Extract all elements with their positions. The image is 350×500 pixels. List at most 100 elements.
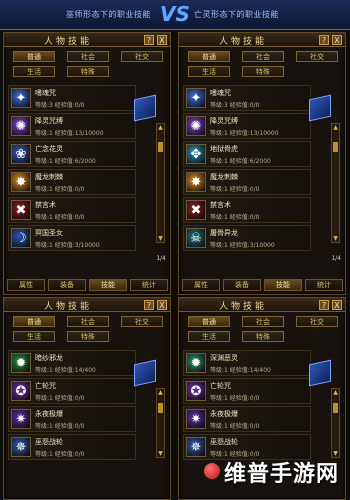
tab-social[interactable]: 社交: [296, 316, 338, 327]
tab-social[interactable]: 社交: [121, 316, 163, 327]
tab-special[interactable]: 特殊: [67, 331, 109, 342]
skill-level-exp: 等级:1 经验值:14/400: [35, 367, 96, 374]
skill-row[interactable]: ☠ 屠骨异龙 等级:1 经验值:3/10000: [183, 225, 311, 251]
close-button[interactable]: X: [157, 300, 167, 310]
skill-name: 降灵咒缚: [35, 117, 63, 125]
help-button[interactable]: ?: [319, 300, 329, 310]
tab-special[interactable]: 特殊: [67, 66, 109, 77]
skill-name: 亡轮咒: [210, 382, 231, 390]
scroll-thumb[interactable]: [333, 403, 338, 413]
skill-row[interactable]: ✸ 魔龙刺棘 等级:1 经验值:0/0: [183, 169, 311, 195]
tab-statistics[interactable]: 统计: [130, 279, 168, 291]
tab-society[interactable]: 社会: [67, 316, 109, 327]
scrollbar[interactable]: ▲ ▼: [156, 388, 165, 458]
panel-title-bar[interactable]: 人物技能 ? X: [179, 298, 345, 312]
skill-row[interactable]: ✹ 深渊恶灵 等级:1 经验值:14/400: [183, 350, 311, 376]
tab-life[interactable]: 生活: [13, 331, 55, 342]
skill-row[interactable]: ✵ 巫怨战轮 等级:1 经验值:0/0: [8, 434, 136, 460]
page-indicator: 1/4: [156, 255, 166, 262]
tab-special[interactable]: 特殊: [242, 66, 284, 77]
scroll-up-arrow-icon[interactable]: ▲: [332, 124, 339, 131]
tab-normal[interactable]: 普通: [188, 316, 230, 327]
scroll-up-arrow-icon[interactable]: ▲: [332, 389, 339, 396]
scroll-thumb[interactable]: [158, 403, 163, 413]
panel-title-bar[interactable]: 人物技能 ? X: [4, 298, 170, 312]
skill-name: 魔龙刺棘: [35, 173, 63, 181]
tab-society[interactable]: 社会: [242, 316, 284, 327]
skill-row[interactable]: ✺ 降灵咒缚 等级:1 经验值:13/10000: [183, 113, 311, 139]
tab-social[interactable]: 社交: [121, 51, 163, 62]
skill-book-icon[interactable]: [134, 94, 156, 122]
scrollbar[interactable]: ▲ ▼: [156, 123, 165, 243]
skill-icon: ✥: [186, 144, 206, 164]
skill-name: 巫怨战轮: [35, 438, 63, 446]
tab-life[interactable]: 生活: [13, 66, 55, 77]
skill-icon: ✦: [11, 88, 31, 108]
skill-level-exp: 等级:1 经验值:0/0: [35, 423, 85, 430]
tab-normal[interactable]: 普通: [13, 316, 55, 327]
scrollbar[interactable]: ▲ ▼: [331, 123, 340, 243]
skill-row[interactable]: ✹ 暗纱邪龙 等级:1 经验值:14/400: [8, 350, 136, 376]
tab-attributes[interactable]: 属性: [182, 279, 220, 291]
tab-normal[interactable]: 普通: [188, 51, 230, 62]
skill-row[interactable]: ✷ 永夜极爆 等级:1 经验值:0/0: [8, 406, 136, 432]
tab-attributes[interactable]: 属性: [7, 279, 45, 291]
skill-row[interactable]: ✺ 降灵咒缚 等级:1 经验值:13/10000: [8, 113, 136, 139]
scroll-thumb[interactable]: [333, 142, 338, 152]
skill-name: 暗纱邪龙: [35, 354, 63, 362]
tab-social[interactable]: 社交: [296, 51, 338, 62]
skill-icon: ✵: [11, 437, 31, 457]
skill-row[interactable]: ✖ 禁言术 等级:1 经验值:0/0: [8, 197, 136, 223]
skill-row[interactable]: ❀ 亡念花灵 等级:1 经验值:6/2000: [8, 141, 136, 167]
tab-society[interactable]: 社会: [67, 51, 109, 62]
panel-title-bar[interactable]: 人物技能 ? X: [4, 33, 170, 47]
page-indicator: 1/4: [331, 255, 341, 262]
skill-book-icon[interactable]: [134, 359, 156, 387]
skill-row[interactable]: ✪ 亡轮咒 等级:1 经验值:0/0: [8, 378, 136, 404]
skill-category-tabs: 普通 社会 社交 生活 特殊: [184, 51, 342, 81]
skill-row[interactable]: ✖ 禁言术 等级:1 经验值:0/0: [183, 197, 311, 223]
scroll-down-arrow-icon[interactable]: ▼: [157, 450, 164, 457]
skill-name: 魔龙刺棘: [210, 173, 238, 181]
tab-statistics[interactable]: 统计: [305, 279, 343, 291]
tab-equipment[interactable]: 装备: [48, 279, 86, 291]
skill-panel-2: 人物技能 ? X 普通 社会 社交 生活 特殊 ✦ 嗜魂咒 等级:3 经验值:0…: [178, 32, 346, 295]
tab-equipment[interactable]: 装备: [223, 279, 261, 291]
skill-row[interactable]: ✦ 嗜魂咒 等级:3 经验值:0/0: [183, 85, 311, 111]
scroll-down-arrow-icon[interactable]: ▼: [157, 235, 164, 242]
scroll-up-arrow-icon[interactable]: ▲: [157, 124, 164, 131]
skill-level-exp: 等级:1 经验值:13/10000: [210, 130, 279, 137]
close-button[interactable]: X: [157, 35, 167, 45]
skill-row[interactable]: ✦ 嗜魂咒 等级:3 经验值:0/0: [8, 85, 136, 111]
scroll-up-arrow-icon[interactable]: ▲: [157, 389, 164, 396]
tab-skills[interactable]: 技能: [89, 279, 127, 291]
skill-row[interactable]: ✥ 地狱骨虎 等级:1 经验值:6/2000: [183, 141, 311, 167]
skill-name: 巫怨战轮: [210, 438, 238, 446]
skill-row[interactable]: ✸ 魔龙刺棘 等级:1 经验值:0/0: [8, 169, 136, 195]
tab-society[interactable]: 社会: [242, 51, 284, 62]
skill-icon: ✺: [11, 116, 31, 136]
help-button[interactable]: ?: [144, 300, 154, 310]
tab-life[interactable]: 生活: [188, 66, 230, 77]
panel-title-bar[interactable]: 人物技能 ? X: [179, 33, 345, 47]
help-button[interactable]: ?: [144, 35, 154, 45]
tab-skills[interactable]: 技能: [264, 279, 302, 291]
close-button[interactable]: X: [332, 35, 342, 45]
scroll-thumb[interactable]: [158, 142, 163, 152]
tab-normal[interactable]: 普通: [13, 51, 55, 62]
banner-left-title: 巫师形态下的职业技能: [66, 10, 151, 19]
help-button[interactable]: ?: [319, 35, 329, 45]
tab-special[interactable]: 特殊: [242, 331, 284, 342]
skill-book-icon[interactable]: [309, 94, 331, 122]
scroll-down-arrow-icon[interactable]: ▼: [332, 235, 339, 242]
skill-row[interactable]: ✪ 亡轮咒 等级:1 经验值:0/0: [183, 378, 311, 404]
close-button[interactable]: X: [332, 300, 342, 310]
skill-row[interactable]: ☽ 冥国圣女 等级:1 经验值:3/10000: [8, 225, 136, 251]
tab-life[interactable]: 生活: [188, 331, 230, 342]
skill-row[interactable]: ✷ 永夜极爆 等级:1 经验值:0/0: [183, 406, 311, 432]
skill-book-icon[interactable]: [309, 359, 331, 387]
skill-name: 永夜极爆: [35, 410, 63, 418]
scrollbar[interactable]: ▲ ▼: [331, 388, 340, 458]
skill-icon: ✹: [11, 353, 31, 373]
skill-level-exp: 等级:1 经验值:6/2000: [210, 158, 271, 165]
